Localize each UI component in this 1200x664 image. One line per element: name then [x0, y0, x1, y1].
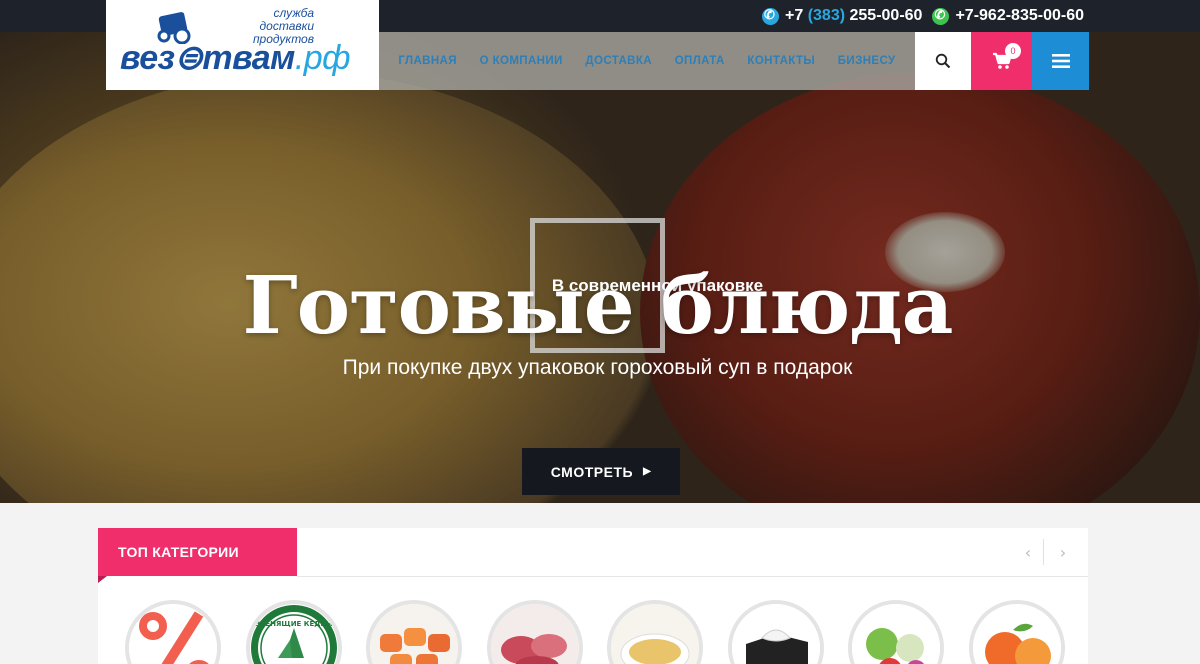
- nav-item-payment[interactable]: ОПЛАТА: [675, 55, 725, 67]
- category-ringing-cedars[interactable]: ЗВЕНЯЩИЕ КЕДРЫ: [246, 600, 342, 664]
- nav-item-business[interactable]: БИЗНЕСУ: [838, 55, 896, 67]
- brand-seal-logo: ЗВЕНЯЩИЕ КЕДРЫ: [251, 605, 337, 664]
- view-button[interactable]: СМОТРЕТЬ ▶: [522, 448, 680, 495]
- phone-icon: [761, 7, 779, 25]
- hamburger-menu-icon: [1051, 54, 1070, 68]
- category-sushi[interactable]: [366, 600, 462, 664]
- view-button-label: СМОТРЕТЬ: [550, 463, 634, 480]
- phone-1-prefix: +7: [784, 7, 804, 24]
- contact-phones: +7 (383) 255-00-60 +7-962-835-00-60: [761, 5, 1084, 27]
- category-fruits[interactable]: [969, 600, 1065, 664]
- top-categories-heading: ТОП КАТЕГОРИИ: [98, 528, 297, 583]
- soup-bowl-image: [611, 604, 699, 664]
- phone-1-code: (383): [807, 7, 846, 24]
- category-discounts[interactable]: [125, 600, 221, 664]
- percent-sign-icon: [129, 604, 217, 664]
- carousel-next-button[interactable]: ›: [1053, 540, 1073, 564]
- menu-button[interactable]: [1032, 32, 1089, 90]
- category-meat[interactable]: [487, 600, 583, 664]
- meat-image: [491, 604, 579, 664]
- logo-wordmark: вез⊜твам.рф: [120, 38, 351, 78]
- divider: [297, 576, 1088, 577]
- vegetables-image: [852, 604, 940, 664]
- search-icon: [935, 53, 951, 69]
- logo-wordmark-main: вез⊜твам: [120, 39, 295, 77]
- cart-count-badge: 0: [1005, 43, 1021, 59]
- nav-item-contacts[interactable]: КОНТАКТЫ: [747, 55, 815, 67]
- divider: [1043, 539, 1044, 565]
- search-button[interactable]: [915, 32, 971, 90]
- nav-item-home[interactable]: ГЛАВНАЯ: [398, 55, 457, 67]
- sushi-image: [370, 604, 458, 664]
- logo-wordmark-suffix: .рф: [294, 39, 351, 77]
- whatsapp-icon: [932, 7, 950, 25]
- peaches-image: [973, 604, 1061, 664]
- logo[interactable]: служба доставки продуктов вез⊜твам.рф: [106, 0, 379, 90]
- phone-2[interactable]: +7-962-835-00-60: [955, 7, 1084, 25]
- hero-banner: В современной упаковке Готовые блюда При…: [0, 32, 1200, 503]
- caret-right-icon: ▶: [643, 466, 652, 477]
- phone-1-number: 255-00-60: [849, 7, 923, 24]
- cart-button[interactable]: 0: [971, 32, 1032, 90]
- category-household[interactable]: [728, 600, 824, 664]
- phone-1[interactable]: +7 (383) 255-00-60: [785, 7, 922, 25]
- top-categories-panel: ТОП КАТЕГОРИИ ‹ › ЗВЕНЯЩИЕ КЕДРЫ: [98, 528, 1088, 664]
- svg-text:ЗВЕНЯЩИЕ КЕДРЫ: ЗВЕНЯЩИЕ КЕДРЫ: [255, 620, 333, 628]
- hero-subtitle: При покупке двух упаковок гороховый суп …: [342, 356, 853, 379]
- nav-item-delivery[interactable]: ДОСТАВКА: [585, 55, 652, 67]
- category-soups[interactable]: [607, 600, 703, 664]
- tissue-box-image: [732, 604, 820, 664]
- carousel-prev-button[interactable]: ‹: [1018, 540, 1038, 564]
- hero-title: Готовые блюда: [242, 258, 953, 352]
- main-nav: ГЛАВНАЯ О КОМПАНИИ ДОСТАВКА ОПЛАТА КОНТА…: [379, 32, 915, 90]
- nav-item-about[interactable]: О КОМПАНИИ: [480, 55, 563, 67]
- category-vegetables[interactable]: [848, 600, 944, 664]
